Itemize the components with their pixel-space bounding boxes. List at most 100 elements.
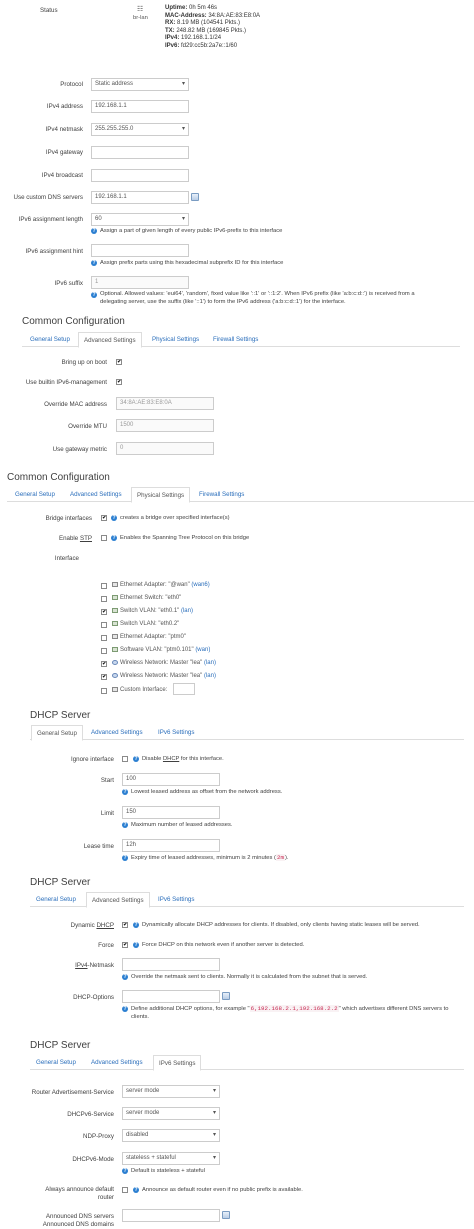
dhcpv6-mode-select[interactable]: stateless + stateful [122,1152,220,1165]
software-icon [112,646,118,652]
tab-general-setup[interactable]: General Setup [10,487,60,502]
section-title: DHCP Server [30,1040,91,1051]
ipv4-netmask-select[interactable]: 255.255.255.0 [91,123,189,136]
tab-physical-settings[interactable]: Physical Settings [147,332,204,347]
interface-checkbox[interactable] [101,609,107,615]
interface-checkbox[interactable] [101,583,107,589]
ipv4-address-input[interactable]: 192.168.1.1 [91,100,189,113]
ipv6-assignment-hint-hint: Assign prefix parts using this hexadecim… [100,260,284,266]
ndp-proxy-label: NDP-Proxy [83,1133,114,1140]
section-title: DHCP Server [30,877,91,888]
ndp-proxy-select[interactable]: disabled [122,1129,220,1142]
ra-service-label: Router Advertisement-Service [31,1089,114,1096]
interface-checkbox[interactable] [101,688,107,694]
tab-advanced-settings[interactable]: Advanced Settings [78,332,142,348]
ethernet-icon [112,633,118,639]
interface-option[interactable]: Switch VLAN: "eth0.2" [112,620,179,628]
tab-general-setup[interactable]: General Setup [31,892,81,907]
bridge-interfaces-checkbox[interactable] [101,515,107,521]
tab-physical-settings[interactable]: Physical Settings [131,487,191,503]
interface-checkbox[interactable] [101,635,107,641]
dhcpv6-service-select[interactable]: server mode [122,1107,220,1120]
add-dns-server-icon[interactable] [222,1211,230,1219]
add-option-icon[interactable] [222,992,230,1000]
tab-ipv6-settings[interactable]: IPv6 Settings [153,892,199,907]
ipv4-gateway-input[interactable] [91,146,189,159]
always-announce-router-label: Always announce default router [45,1186,114,1201]
interface-option[interactable]: Software VLAN: "ptm0.101" (wan) [112,646,210,654]
ethernet-icon [112,581,118,587]
interface-option[interactable]: Wireless Network: Master "lea" (lan) [112,672,216,680]
announced-dns-servers-input[interactable] [122,1209,220,1222]
bridge-interfaces-label: Bridge interfaces [45,515,92,522]
tab-ipv6-settings[interactable]: IPv6 Settings [153,1055,202,1071]
section-title: DHCP Server [30,710,91,721]
dhcp-options-label: DHCP-Options [73,994,114,1001]
override-mtu-input[interactable]: 1500 [116,419,214,432]
lease-time-input[interactable]: 12h [122,839,220,852]
help-icon [122,1006,128,1012]
help-icon [133,756,139,762]
tab-firewall-settings[interactable]: Firewall Settings [194,487,249,502]
dhcp-netmask-input[interactable] [122,958,220,971]
force-hint: Force DHCP on this network even if anoth… [142,942,305,948]
enable-stp-checkbox[interactable] [101,535,107,541]
interface-option[interactable]: Custom Interface: [112,686,167,694]
ipv6-suffix-input[interactable]: 1 [91,276,189,289]
tab-advanced-settings[interactable]: Advanced Settings [65,487,127,502]
start-label: Start [100,777,114,784]
gateway-metric-input[interactable]: 0 [116,442,214,455]
dhcp-options-input[interactable] [122,990,220,1003]
ipv4-broadcast-input[interactable] [91,169,189,182]
interface-option[interactable]: Switch VLAN: "eth0.1" (lan) [112,607,193,615]
tab-ipv6-settings[interactable]: IPv6 Settings [153,725,199,740]
custom-icon [112,686,118,692]
protocol-select[interactable]: Static address [91,78,189,91]
ignore-interface-checkbox[interactable] [122,756,128,762]
tab-general-setup[interactable]: General Setup [31,1055,81,1070]
add-dns-icon[interactable] [191,193,199,201]
ipv4-netmask-label: IPv4 netmask [45,126,84,133]
help-icon [122,855,128,861]
always-announce-router-checkbox[interactable] [122,1187,128,1193]
tab-firewall-settings[interactable]: Firewall Settings [208,332,263,347]
interface-checkbox[interactable] [101,622,107,628]
ipv6-assignment-hint-input[interactable] [91,244,189,257]
interface-option[interactable]: Ethernet Adapter: "ptm0" [112,633,186,641]
ipv6-assignment-length-select[interactable]: 60 [91,213,189,226]
custom-interface-input[interactable] [173,683,195,695]
limit-input[interactable]: 150 [122,806,220,819]
interface-option[interactable]: Ethernet Switch: "eth0" [112,594,181,602]
interface-option[interactable]: Wireless Network: Master "lea" (lan) [112,659,216,667]
announced-dns-domains-label: Announced DNS domains [42,1221,114,1228]
dynamic-dhcp-checkbox[interactable] [122,922,128,928]
interface-checkbox[interactable] [101,596,107,602]
interface-checkbox[interactable] [101,674,107,680]
start-hint: Lowest leased address as offset from the… [131,789,283,795]
help-icon [133,942,139,948]
interface-checkbox[interactable] [101,648,107,654]
force-checkbox[interactable] [122,942,128,948]
tab-general-setup[interactable]: General Setup [31,725,83,741]
interface-checkbox[interactable] [101,661,107,667]
bring-up-checkbox[interactable] [116,359,122,365]
tab-advanced-settings[interactable]: Advanced Settings [86,725,148,740]
help-icon [122,974,128,980]
ra-service-select[interactable]: server mode [122,1085,220,1098]
ipv6-suffix-label: IPv6 suffix [54,280,83,287]
limit-label: Limit [100,810,114,817]
interface-option[interactable]: Ethernet Adapter: "@wan" (wan6) [112,581,210,589]
help-icon [133,1187,139,1193]
ipv6-assignment-length-hint: Assign a part of given length of every p… [100,228,283,234]
tab-advanced-settings[interactable]: Advanced Settings [86,892,150,908]
ignore-interface-label: Ignore interface [71,756,114,763]
custom-dns-input[interactable]: 192.168.1.1 [91,191,189,204]
ipv6-management-checkbox[interactable] [116,379,122,385]
start-input[interactable]: 100 [122,773,220,786]
tab-general-setup[interactable]: General Setup [25,332,75,347]
tab-bar: General Setup Advanced Settings IPv6 Set… [30,1055,464,1071]
protocol-label: Protocol [60,81,83,88]
wireless-icon [112,659,118,665]
override-mac-input[interactable]: 34:8A:AE:83:E8:0A [116,397,214,410]
tab-advanced-settings[interactable]: Advanced Settings [86,1055,148,1070]
